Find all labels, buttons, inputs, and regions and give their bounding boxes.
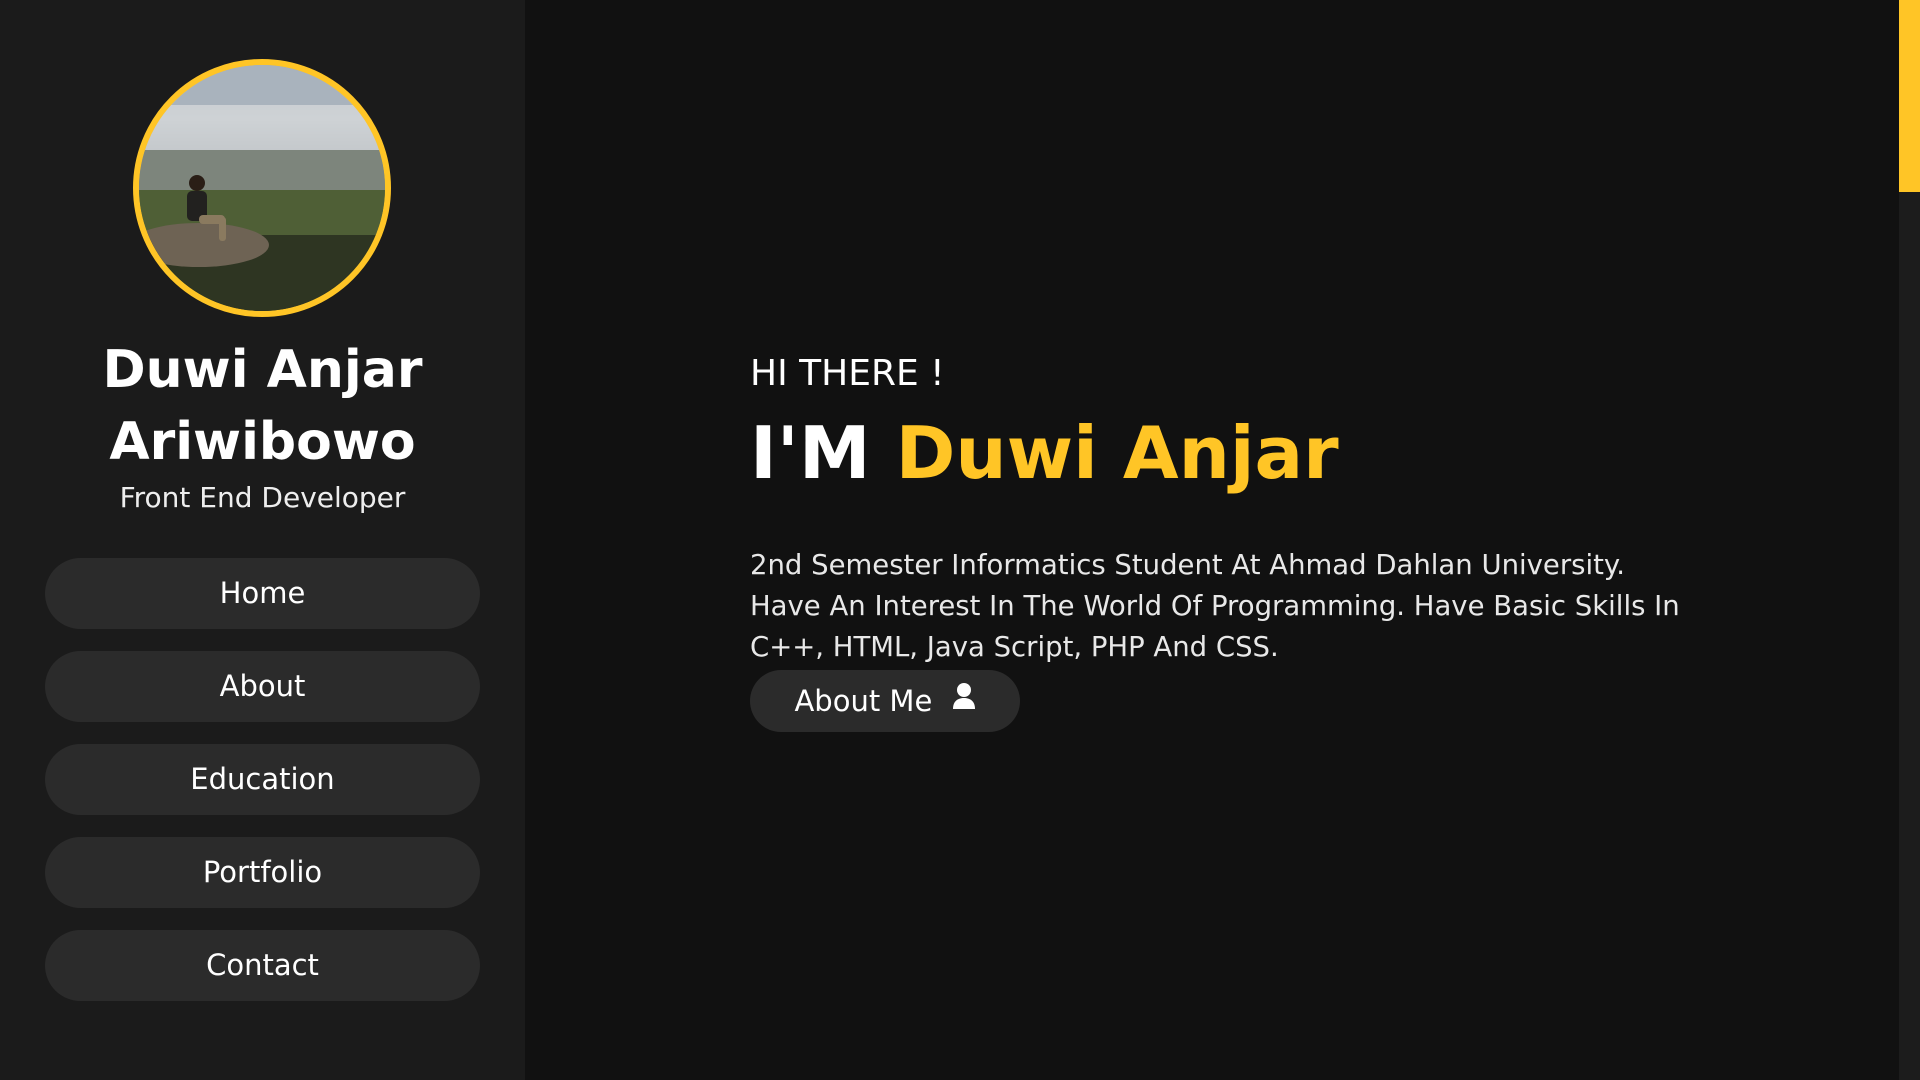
scrollbar[interactable]	[1899, 0, 1920, 1080]
user-icon	[952, 669, 976, 731]
profile-photo	[139, 65, 385, 311]
nav-item-portfolio[interactable]: Portfolio	[45, 837, 480, 908]
sidebar-nav: Home About Education Portfolio Contact	[45, 558, 480, 1023]
nav-item-education[interactable]: Education	[45, 744, 480, 815]
main-content: HI THERE ! I'M Duwi Anjar 2nd Semester I…	[525, 0, 1899, 1080]
nav-item-about[interactable]: About	[45, 651, 480, 722]
headline: I'M Duwi Anjar	[750, 408, 1339, 498]
headline-prefix: I'M	[750, 411, 871, 495]
nav-item-contact[interactable]: Contact	[45, 930, 480, 1001]
intro-text: 2nd Semester Informatics Student At Ahma…	[750, 548, 1680, 663]
nav-item-home[interactable]: Home	[45, 558, 480, 629]
profile-role: Front End Developer	[119, 481, 406, 514]
about-me-label: About Me	[794, 684, 933, 718]
sidebar: Duwi Anjar Ariwibowo Front End Developer…	[0, 0, 525, 1080]
avatar	[133, 59, 391, 317]
profile-name: Duwi Anjar Ariwibowo	[102, 340, 423, 472]
greeting: HI THERE !	[750, 353, 945, 394]
scrollbar-thumb[interactable]	[1899, 0, 1920, 192]
headline-name: Duwi Anjar	[895, 411, 1339, 495]
about-me-button[interactable]: About Me	[750, 670, 1020, 732]
